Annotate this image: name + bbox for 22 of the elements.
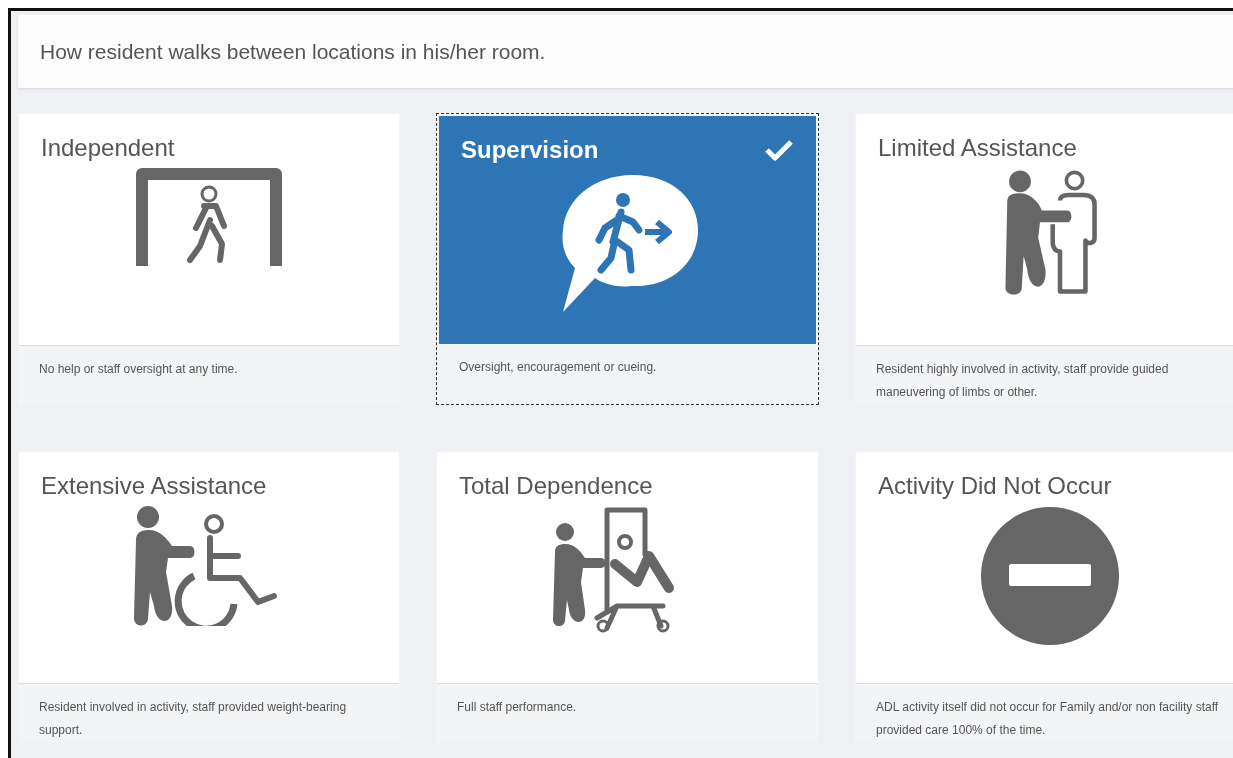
option-card[interactable]: Activity Did Not Occur ADL activity itself did not occur for Family and/or non facility staff provided care 100% of the time. xyxy=(855,451,1233,743)
option-card[interactable]: Independent No help or staff oversight at any time. xyxy=(18,113,400,405)
question-text: How resident walks between locations in his/her room. xyxy=(40,39,546,64)
option-description: Oversight, encouragement or cueing. xyxy=(459,360,657,374)
option-title: Supervision xyxy=(461,136,599,164)
option-title: Extensive Assistance xyxy=(41,472,267,500)
option-card[interactable]: Supervision Oversight, encouragement or cueing. xyxy=(436,113,819,405)
option-card[interactable]: Limited Assistance Resident highly involved in activity, staff provide guided maneuvering of limbs or other. xyxy=(855,113,1233,405)
option-description: Full staff performance. xyxy=(457,700,577,714)
option-description: No help or staff oversight at any time. xyxy=(39,362,238,376)
option-title: Independent xyxy=(41,134,175,162)
option-card[interactable]: Extensive Assistance Resident involved in activity, staff provided weight-bearing support. xyxy=(18,451,400,743)
option-description: Resident highly involved in activity, staff provide guided maneuvering of limbs or other. xyxy=(876,362,1169,399)
option-description: ADL activity itself did not occur for Family and/or non facility staff provided care 100% of the time. xyxy=(876,700,1219,737)
option-title: Activity Did Not Occur xyxy=(878,472,1112,500)
person-walking-doorway-icon xyxy=(134,168,284,268)
option-description: Resident involved in activity, staff provided weight-bearing support. xyxy=(39,700,347,737)
no-entry-icon xyxy=(980,506,1120,646)
option-title: Total Dependence xyxy=(459,472,653,500)
option-card[interactable]: Total Dependence Full staff performance. xyxy=(436,451,819,743)
option-title: Limited Assistance xyxy=(878,134,1077,162)
checkmark-icon xyxy=(764,138,794,162)
